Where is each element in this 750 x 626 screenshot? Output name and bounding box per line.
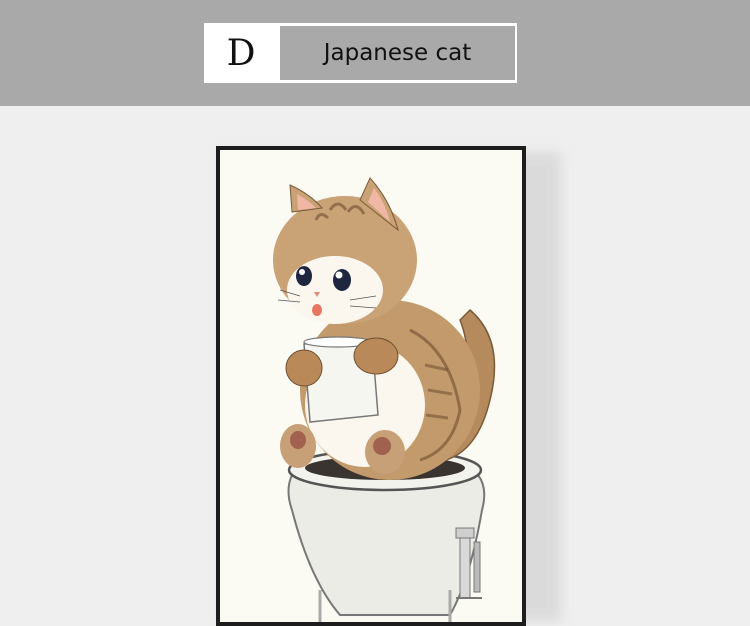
variant-letter: D <box>204 23 278 83</box>
framed-picture <box>216 146 526 626</box>
cat-artwork-image <box>273 177 496 622</box>
variant-name: Japanese cat <box>280 26 515 80</box>
variant-label: D Japanese cat <box>204 23 517 83</box>
